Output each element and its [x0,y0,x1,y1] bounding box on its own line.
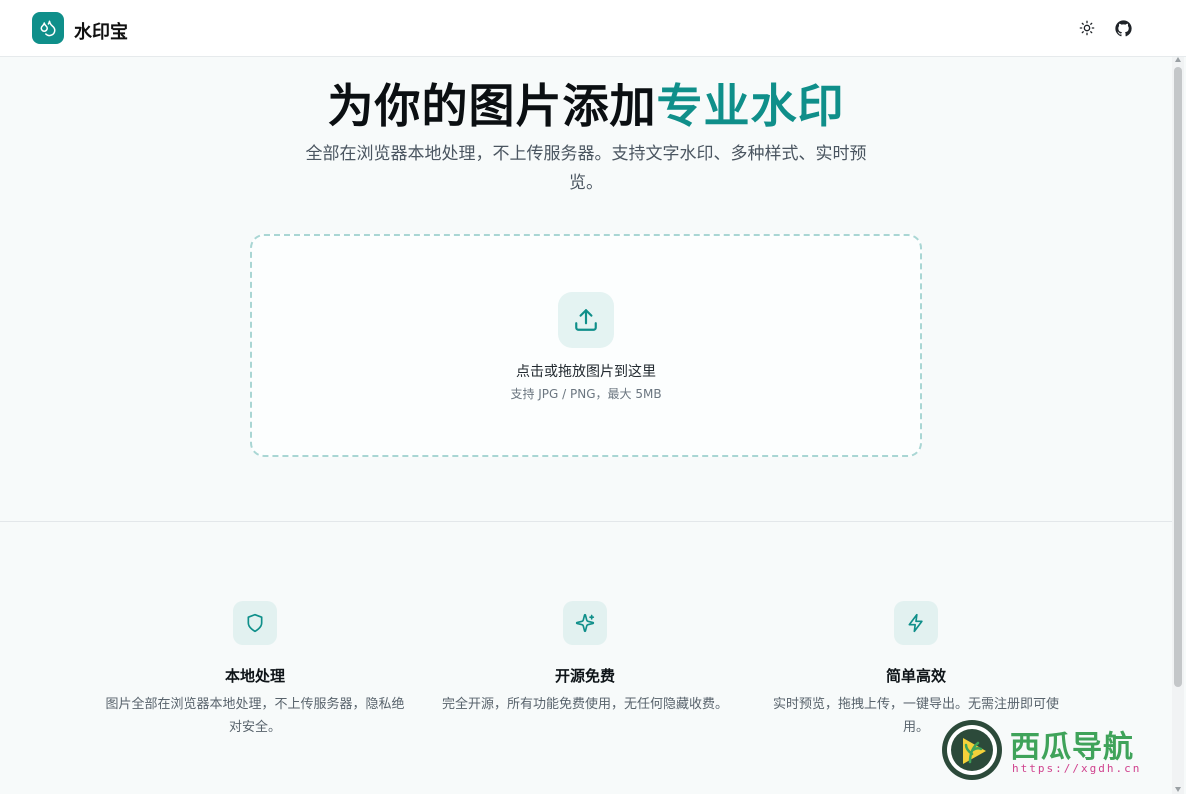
shield-icon [233,601,277,645]
watermark-logo-icon [942,720,1002,780]
upload-icon [558,292,614,348]
logo-icon[interactable] [32,12,64,44]
upload-title: 点击或拖放图片到这里 [516,364,656,380]
section-divider [0,521,1172,522]
feature-title: 开源免费 [554,667,615,685]
upload-hint: 支持 JPG / PNG，最大 5MB [510,387,662,401]
watermark-url: https://xgdh.cn [1012,762,1142,775]
feature-desc: 图片全部在浏览器本地处理，不上传服务器，隐私绝对安全。 [105,697,405,735]
top-header: 水印宝 [0,0,1186,57]
sparkles-icon [563,601,607,645]
scroll-down-arrow[interactable] [1175,787,1181,792]
scrollbar[interactable] [1172,57,1184,794]
scrollbar-thumb[interactable] [1174,67,1182,687]
feature-title: 本地处理 [224,667,285,685]
hero-subtitle: 全部在浏览器本地处理，不上传服务器。支持文字水印、多种样式、实时预览。 [305,144,867,193]
hero-title-accent: 专业水印 [656,79,845,133]
bolt-icon [894,601,938,645]
feature-title: 简单高效 [885,667,946,685]
feature-desc: 完全开源，所有功能免费使用，无任何隐藏收费。 [441,697,728,712]
scroll-up-arrow[interactable] [1175,57,1181,62]
site-watermark: 西瓜导航 https://xgdh.cn [940,718,1170,782]
brand-name: 水印宝 [74,22,128,43]
github-icon[interactable] [1113,18,1133,38]
watermark-name: 西瓜导航 [1010,730,1134,765]
upload-dropzone[interactable]: 点击或拖放图片到这里 支持 JPG / PNG，最大 5MB [250,234,922,457]
sun-icon[interactable] [1077,18,1097,38]
hero-title-main: 为你的图片添加 [327,79,657,133]
hero-title: 为你的图片添加专业水印 [0,70,1172,136]
